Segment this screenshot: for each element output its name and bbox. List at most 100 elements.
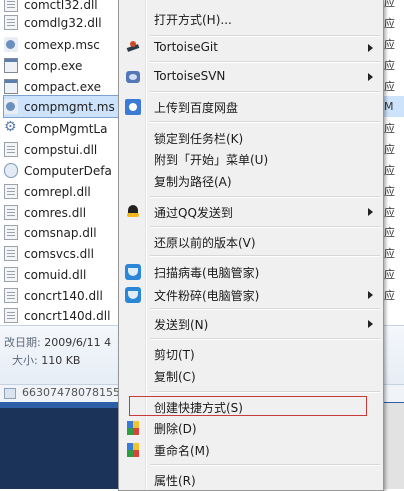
file-size: 大小: 110 KB [12, 352, 80, 368]
menu-separator [150, 121, 380, 123]
menu-item-pin-taskbar[interactable]: 锁定到任务栏(K) [121, 127, 381, 149]
dll-file-icon [4, 15, 18, 30]
menu-item-rename[interactable]: 重命名(M) [121, 439, 381, 461]
file-row[interactable]: ComputerDefa [4, 160, 124, 181]
menu-item-cut[interactable]: 剪切(T) [121, 343, 381, 365]
type-cell: 应 [384, 226, 395, 239]
menu-item-tortoisesvn[interactable]: TortoiseSVN [121, 66, 381, 88]
menu-item-copy-path[interactable]: 复制为路径(A) [121, 170, 381, 192]
file-name: compmgmt.ms [24, 99, 115, 114]
menu-item-properties[interactable]: 属性(R) [121, 469, 381, 491]
type-cell: 应 [384, 206, 395, 219]
file-row[interactable]: comp.exe [4, 55, 124, 76]
type-cell: 应 [384, 80, 395, 93]
type-cell: 应 [384, 268, 395, 281]
menu-item-file-shred[interactable]: 文件粉碎(电脑管家) [121, 284, 381, 306]
tortoisegit-icon [125, 40, 141, 56]
menu-separator [150, 255, 380, 257]
file-name: ComputerDefa [24, 163, 112, 178]
dll-file-icon [4, 288, 18, 303]
file-row-selected[interactable]: compmgmt.ms [3, 95, 119, 118]
menu-label: 复制为路径(A) [154, 175, 232, 189]
file-name: comp.exe [24, 58, 83, 73]
size-value: 110 KB [41, 354, 81, 367]
context-menu: 打开方式(H)... TortoiseGit TortoiseSVN 上传到百度… [118, 0, 384, 491]
file-name: comsnap.dll [24, 225, 97, 240]
type-cell: 应 [384, 122, 395, 135]
file-row[interactable]: comrepl.dll [4, 181, 124, 202]
msc-file-icon [4, 37, 18, 52]
type-cell: 应 [384, 289, 395, 302]
menu-separator [150, 464, 380, 466]
shield-icon [125, 287, 141, 303]
dll-file-icon [4, 246, 18, 261]
menu-separator [150, 61, 380, 63]
menu-item-delete[interactable]: 删除(D) [121, 417, 381, 439]
menu-label: TortoiseGit [154, 40, 218, 54]
submenu-arrow-icon [368, 291, 373, 299]
file-row[interactable]: CompMgmtLa [4, 118, 124, 139]
type-cell-selected: M [384, 96, 404, 117]
menu-item-pin-start[interactable]: 附到「开始」菜单(U) [121, 148, 381, 170]
menu-item-copy[interactable]: 复制(C) [121, 365, 381, 387]
file-row[interactable]: compstui.dll [4, 139, 124, 160]
size-label: 大小: [12, 354, 38, 367]
uac-shield-icon [125, 420, 141, 436]
exe-file-icon [4, 79, 18, 94]
type-cell: 应 [384, 185, 395, 198]
menu-item-send-to[interactable]: 发送到(N) [121, 313, 381, 335]
file-name: compact.exe [24, 79, 102, 94]
file-row[interactable]: comres.dll [4, 202, 124, 223]
file-row[interactable]: comexp.msc [4, 34, 124, 55]
dll-file-icon [4, 308, 18, 323]
menu-item-baidu-upload[interactable]: 上传到百度网盘 [121, 96, 381, 118]
file-name: comexp.msc [24, 37, 100, 52]
type-cell: 应 [384, 17, 395, 30]
menu-item-open-with-label[interactable]: 打开方式(H)... [121, 8, 381, 30]
menu-item-create-shortcut[interactable]: 创建快捷方式(S) [121, 396, 381, 418]
submenu-arrow-icon [368, 73, 373, 81]
address-text: 66307478078155 [22, 386, 120, 399]
dll-file-icon [4, 184, 18, 199]
file-name: comuid.dll [24, 267, 87, 282]
file-name: concrt140.dll [24, 288, 103, 303]
menu-label: 文件粉碎(电脑管家) [154, 289, 260, 303]
config-file-icon [4, 163, 18, 178]
submenu-arrow-icon [368, 44, 373, 52]
submenu-arrow-icon [368, 208, 373, 216]
type-cell: 应 [384, 247, 395, 260]
menu-label: 发送到(N) [154, 318, 209, 332]
file-name: concrt140d.dll [24, 308, 111, 323]
modified-date: 改日期: 2009/6/11 4 [4, 334, 111, 350]
menu-item-qq-send[interactable]: 通过QQ发送到 [121, 201, 381, 223]
menu-label: 附到「开始」菜单(U) [154, 153, 269, 167]
file-name: comrepl.dll [24, 184, 91, 199]
menu-item-virus-scan[interactable]: 扫描病毒(电脑管家) [121, 261, 381, 283]
menu-separator [150, 226, 380, 228]
file-row[interactable]: comsnap.dll [4, 222, 124, 243]
shield-icon [125, 264, 141, 280]
folder-icon [4, 388, 16, 399]
file-row[interactable]: comdlg32.dll [4, 12, 124, 33]
file-row[interactable]: comuid.dll [4, 264, 124, 285]
menu-label: 剪切(T) [154, 348, 195, 362]
type-cell: 应 [384, 0, 395, 9]
file-row[interactable]: concrt140d.dll [4, 305, 124, 326]
menu-separator [150, 308, 380, 310]
dll-file-icon [4, 205, 18, 220]
file-row[interactable]: compact.exe [4, 76, 124, 97]
menu-label: 删除(D) [154, 422, 197, 436]
menu-separator [150, 338, 380, 340]
menu-separator [150, 91, 380, 93]
exe-file-icon [4, 58, 18, 73]
type-column: 应 应 应 应 应 M 应 应 应 应 应 应 应 应 应 [384, 0, 404, 325]
menu-item-tortoisegit[interactable]: TortoiseGit [121, 37, 381, 59]
menu-item-restore-versions[interactable]: 还原以前的版本(V) [121, 231, 381, 253]
menu-label: 打开方式(H)... [154, 13, 232, 27]
qq-icon [125, 204, 141, 220]
modified-label: 改日期: [4, 336, 41, 349]
gear-icon [4, 119, 18, 136]
menu-label: 上传到百度网盘 [154, 101, 239, 115]
file-row[interactable]: comsvcs.dll [4, 243, 124, 264]
file-row[interactable]: concrt140.dll [4, 285, 124, 306]
